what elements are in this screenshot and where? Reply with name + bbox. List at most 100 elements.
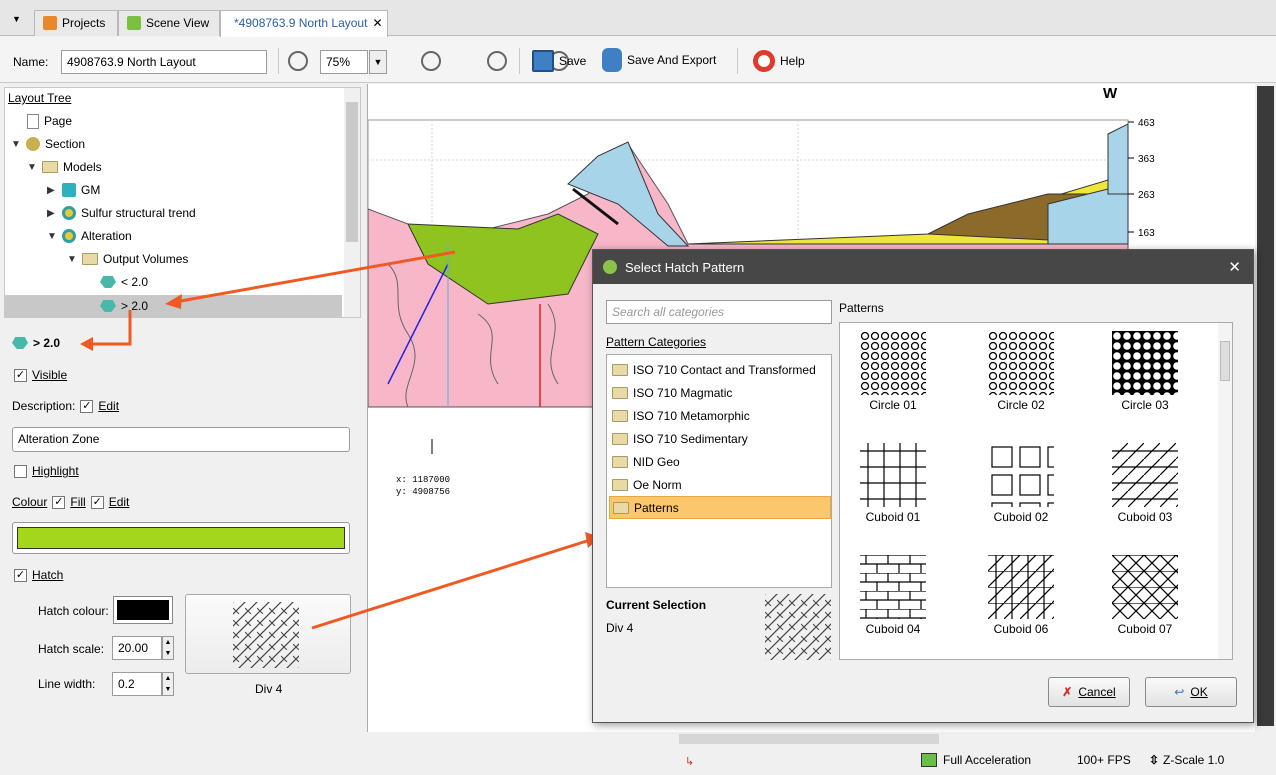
- pattern-circle-02[interactable]: Circle 02: [973, 331, 1069, 412]
- description-row: Description: ✓ Edit: [12, 399, 119, 413]
- projects-icon: [43, 16, 57, 30]
- help-label: Help: [780, 54, 805, 68]
- edit-label: Edit: [108, 495, 130, 509]
- tree-item-sulfur-trend[interactable]: ▶ Sulfur structural trend: [47, 202, 196, 224]
- tree-item-gm[interactable]: ▶ GM: [47, 179, 100, 201]
- tree-item-output-volumes[interactable]: ▼ Output Volumes: [67, 248, 188, 270]
- hatch-pattern-button[interactable]: [185, 594, 351, 674]
- hatch-colour-swatch: [117, 600, 169, 620]
- category-item[interactable]: ISO 710 Sedimentary: [609, 427, 831, 450]
- name-input[interactable]: 4908763.9 North Layout: [61, 50, 267, 74]
- tree-item-page[interactable]: Page: [27, 110, 72, 132]
- ok-icon: ↩: [1174, 685, 1185, 699]
- checkbox-unchecked-icon: [14, 464, 27, 478]
- pattern-cuboid-01[interactable]: Cuboid 01: [845, 443, 941, 524]
- pattern-cuboid-03[interactable]: Cuboid 03: [1097, 443, 1193, 524]
- current-selection-value: Div 4: [606, 621, 634, 635]
- cancel-button[interactable]: ✗ Cancel: [1048, 677, 1130, 707]
- hatch-scale-stepper[interactable]: ▲ ▼: [162, 636, 174, 660]
- folder-icon: [612, 363, 628, 376]
- hatch-checkbox[interactable]: ✓ Hatch: [14, 568, 63, 582]
- category-item-selected[interactable]: Patterns: [609, 496, 831, 519]
- numeric-model-icon: [62, 229, 76, 243]
- category-label: ISO 710 Magmatic: [633, 385, 733, 400]
- close-icon[interactable]: ✕: [372, 16, 382, 30]
- lifebuoy-icon: [753, 50, 775, 72]
- canvas-vertical-scrollbar[interactable]: [1255, 84, 1276, 732]
- colour-edit-checkbox[interactable]: ✓: [90, 495, 104, 509]
- pattern-circle-01[interactable]: Circle 01: [845, 331, 941, 412]
- zoom-dropdown-button[interactable]: ▼: [369, 50, 387, 74]
- z-scale-icon[interactable]: ⇳: [1149, 753, 1159, 767]
- zoom-input[interactable]: 75%: [320, 50, 368, 74]
- z-scale-label[interactable]: Z-Scale 1.0: [1163, 753, 1224, 767]
- tab-projects[interactable]: Projects: [34, 10, 118, 36]
- div4-pattern-icon: [233, 602, 299, 668]
- pattern-cuboid-02[interactable]: Cuboid 02: [973, 443, 1069, 524]
- hatch-label: Hatch: [32, 568, 64, 582]
- description-label: Description:: [12, 399, 76, 413]
- axis-tick-label: 463: [1138, 118, 1155, 129]
- scrollbar-thumb[interactable]: [346, 102, 358, 242]
- folder-icon: [612, 455, 628, 468]
- visible-checkbox[interactable]: ✓ Visible: [14, 368, 67, 382]
- edit-checkbox[interactable]: ✓: [80, 399, 94, 413]
- zoom-out-icon[interactable]: [421, 51, 442, 71]
- line-width-label: Line width:: [38, 677, 96, 691]
- toolbar: Name: 4908763.9 North Layout 75% ▼ Save …: [0, 37, 1276, 83]
- coord-y-label: y: 4908756: [396, 487, 450, 497]
- fill-colour-button[interactable]: [12, 522, 350, 554]
- save-and-export-button[interactable]: Save And Export: [602, 48, 716, 72]
- category-item[interactable]: ISO 710 Magmatic: [609, 381, 831, 404]
- hatch-scale-input[interactable]: 20.00: [112, 636, 162, 660]
- fill-checkbox[interactable]: ✓: [52, 495, 66, 509]
- category-item[interactable]: ISO 710 Contact and Transformed: [609, 358, 831, 381]
- category-label: Patterns: [634, 500, 679, 515]
- visible-label: Visible: [32, 368, 68, 382]
- category-item[interactable]: ISO 710 Metamorphic: [609, 404, 831, 427]
- tree-item-models[interactable]: ▼ Models: [27, 156, 102, 178]
- hatch-colour-button[interactable]: [113, 596, 173, 624]
- zoom-in-icon[interactable]: [288, 51, 308, 71]
- title-label: > 2.0: [33, 336, 61, 350]
- cuboid-pattern-icon: [1112, 443, 1178, 507]
- cuboid-pattern-icon: [988, 443, 1054, 507]
- tree-item-gt-2[interactable]: > 2.0: [5, 295, 342, 317]
- tree-scrollbar[interactable]: [344, 88, 360, 317]
- pattern-cuboid-07[interactable]: Cuboid 07: [1097, 555, 1193, 636]
- tab-menu-icon[interactable]: ▼: [12, 14, 21, 24]
- pattern-cuboid-06[interactable]: Cuboid 06: [973, 555, 1069, 636]
- tree-item-section[interactable]: ▼ Section: [11, 133, 85, 155]
- circle-pattern-icon: [860, 331, 926, 395]
- ok-button[interactable]: ↩ OK: [1145, 677, 1237, 707]
- checkbox-checked-icon: ✓: [14, 368, 27, 382]
- cuboid-pattern-icon: [860, 443, 926, 507]
- tree-item-alteration[interactable]: ▼ Alteration: [47, 225, 132, 247]
- patterns-scrollbar[interactable]: [1218, 323, 1232, 659]
- tree-item-label: Page: [44, 114, 73, 128]
- help-button[interactable]: Help: [753, 50, 805, 72]
- description-input[interactable]: Alteration Zone: [12, 427, 350, 452]
- canvas-horizontal-scrollbar[interactable]: [367, 732, 1255, 746]
- scrollbar-track[interactable]: [1257, 86, 1274, 726]
- expanded-icon: ▼: [11, 138, 21, 150]
- pattern-label: Circle 02: [997, 398, 1045, 412]
- zoom-actual-icon[interactable]: [486, 51, 507, 71]
- tab-north-layout[interactable]: *4908763.9 North Layout ✕: [220, 10, 388, 37]
- tab-scene-view[interactable]: Scene View: [118, 10, 220, 36]
- line-width-stepper[interactable]: ▲ ▼: [162, 672, 174, 696]
- category-item[interactable]: Oe Norm: [609, 473, 831, 496]
- search-input[interactable]: Search all categories: [606, 300, 832, 324]
- category-item[interactable]: NID Geo: [609, 450, 831, 473]
- scrollbar-thumb[interactable]: [1220, 341, 1230, 381]
- page-icon: [27, 113, 39, 129]
- pattern-label: Circle 03: [1121, 398, 1169, 412]
- pattern-cuboid-04[interactable]: Cuboid 04: [845, 555, 941, 636]
- scrollbar-thumb[interactable]: [679, 734, 939, 744]
- close-icon[interactable]: ✕: [1228, 258, 1241, 276]
- line-width-input[interactable]: 0.2: [112, 672, 162, 696]
- pattern-circle-03[interactable]: Circle 03: [1097, 331, 1193, 412]
- highlight-checkbox[interactable]: Highlight: [14, 464, 79, 478]
- tree-item-lt-2[interactable]: < 2.0: [100, 271, 148, 293]
- save-button[interactable]: Save: [532, 50, 586, 72]
